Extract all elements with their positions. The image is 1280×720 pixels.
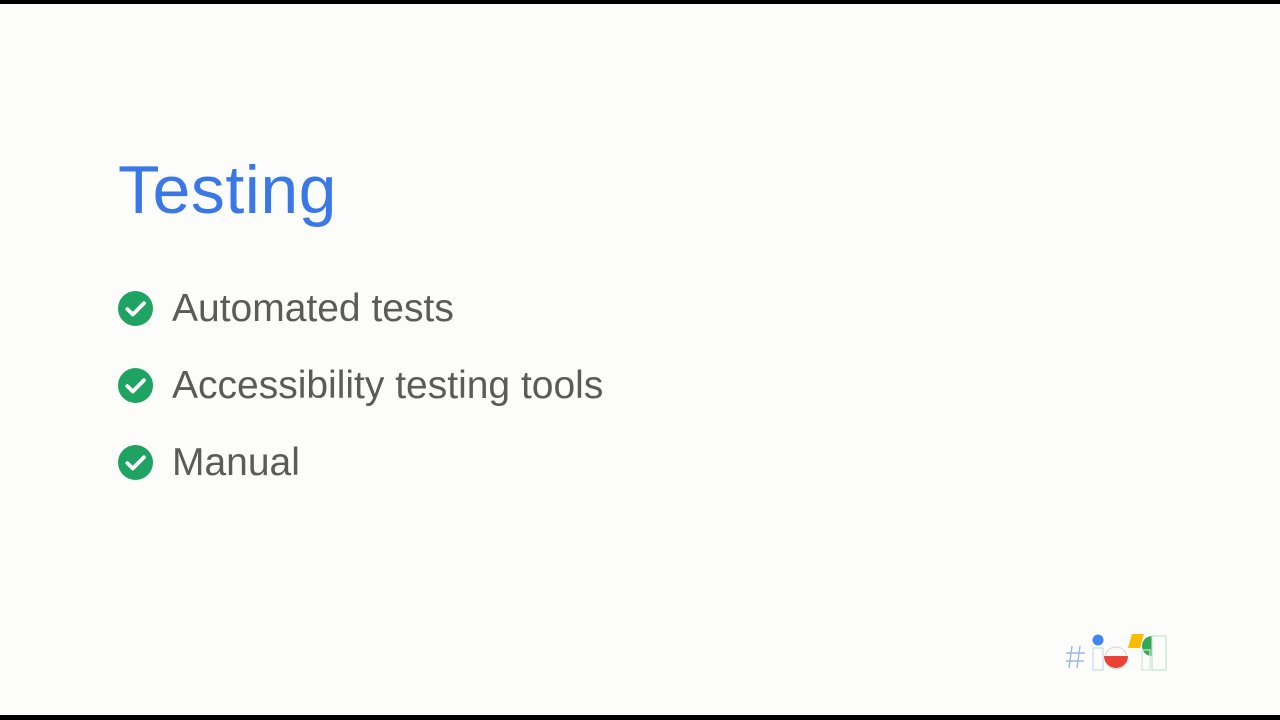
- slide-title: Testing: [118, 152, 337, 228]
- bullet-label: Accessibility testing tools: [172, 363, 604, 407]
- bullet-item-accessibility-testing-tools: Accessibility testing tools: [118, 361, 603, 409]
- check-circle-icon: [118, 290, 153, 326]
- bullet-label: Automated tests: [172, 286, 454, 330]
- bullet-list: Automated tests Accessibility testing to…: [118, 284, 603, 515]
- bullet-item-automated-tests: Automated tests: [118, 284, 603, 332]
- check-circle-icon: [118, 367, 153, 403]
- bullet-label: Manual: [172, 440, 300, 484]
- check-circle-icon: [118, 444, 153, 480]
- bullet-item-manual: Manual: [118, 438, 603, 486]
- slide: Testing Automated tests Accessibility te…: [0, 4, 1280, 715]
- google-io-logo-icon: [1066, 634, 1167, 671]
